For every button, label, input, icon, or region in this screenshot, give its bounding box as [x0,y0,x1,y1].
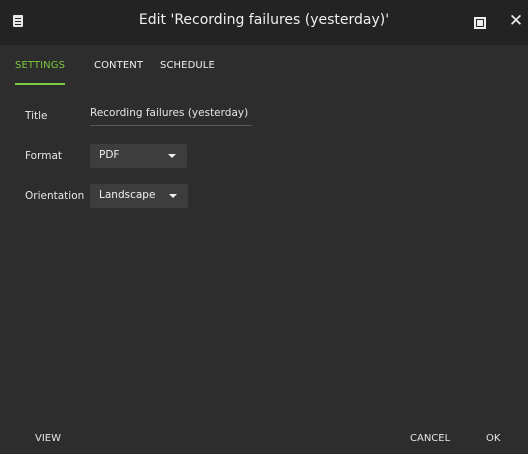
window-title: Edit 'Recording failures (yesterday)' [138,12,390,28]
title-label: Title [25,110,48,122]
orientation-select[interactable]: Landscape [90,184,188,208]
format-select[interactable]: PDF [90,144,187,168]
view-button[interactable]: VIEW [35,433,61,444]
close-icon[interactable]: ✕ [508,12,524,30]
cancel-button[interactable]: CANCEL [410,433,450,444]
title-input[interactable]: Recording failures (yesterday) [90,107,252,126]
ok-button[interactable]: OK [486,433,500,444]
maximize-icon[interactable] [474,17,486,29]
app-menu-icon[interactable] [13,15,23,27]
edit-dialog: Edit 'Recording failures (yesterday)' ✕ … [0,0,528,454]
orientation-select-value: Landscape [99,189,156,201]
title-bar: Edit 'Recording failures (yesterday)' ✕ [0,0,528,45]
chevron-down-icon [169,194,177,198]
orientation-label: Orientation [25,190,85,202]
tab-content[interactable]: CONTENT [94,55,143,83]
format-select-value: PDF [99,149,120,161]
tab-schedule[interactable]: SCHEDULE [160,55,215,83]
format-label: Format [25,150,63,162]
tab-settings[interactable]: SETTINGS [15,55,66,85]
chevron-down-icon [168,154,176,158]
